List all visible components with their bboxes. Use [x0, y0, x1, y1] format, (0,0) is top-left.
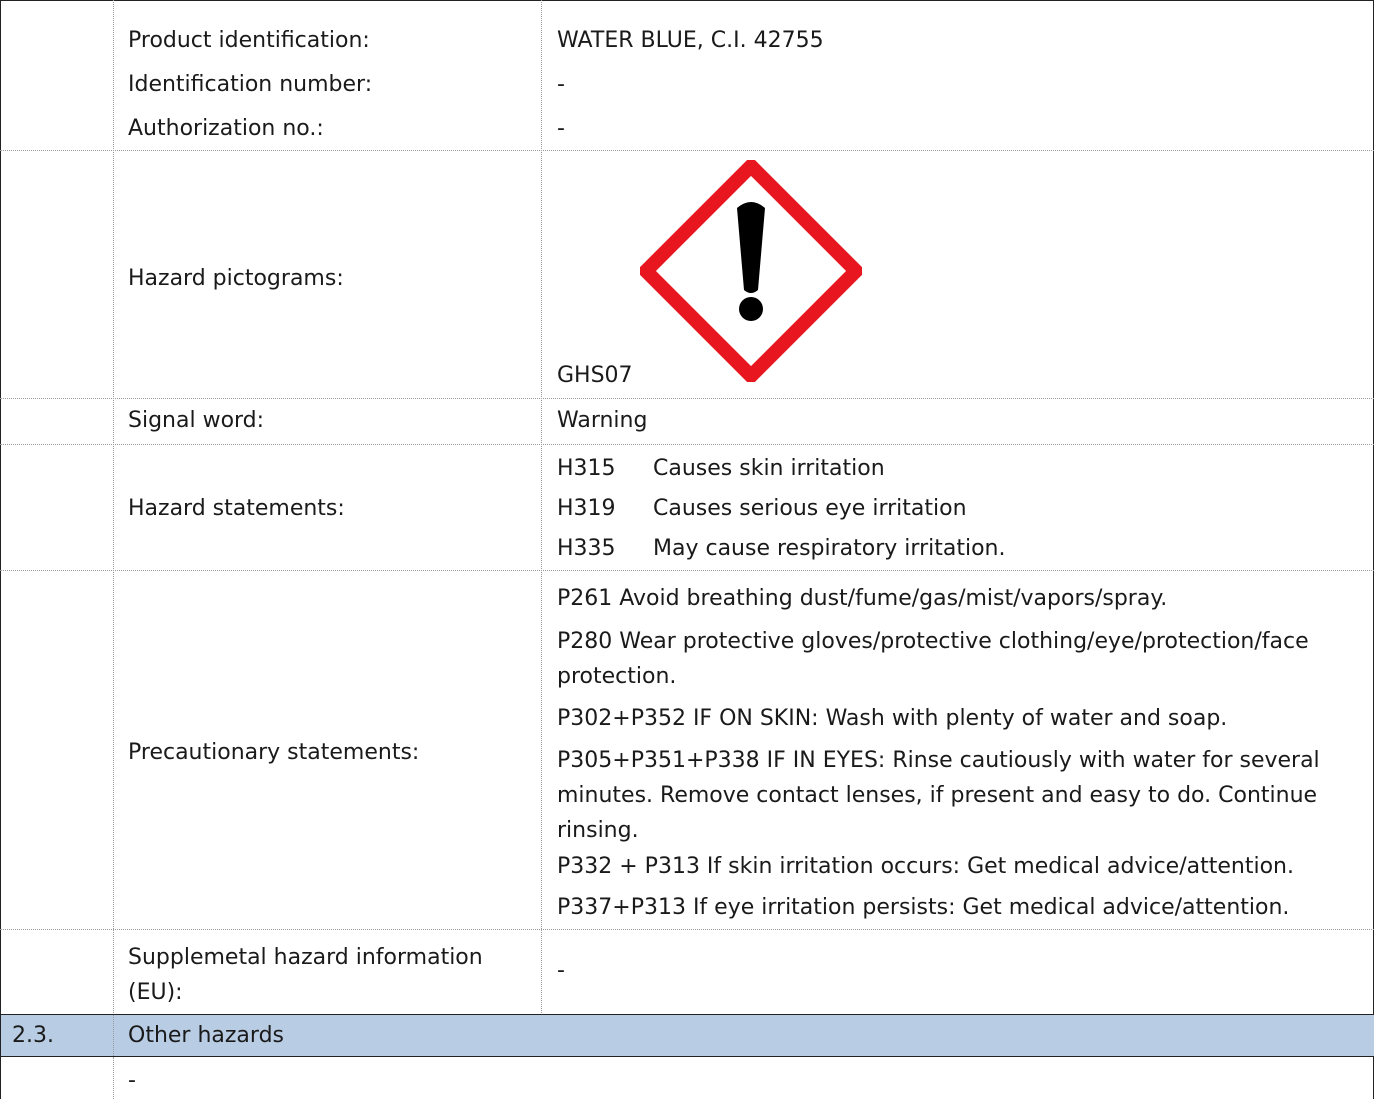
product-identification-label: Product identification: — [128, 28, 370, 53]
hazard-statement: H335 May cause respiratory irritation. — [557, 534, 1005, 564]
product-identification-value: WATER BLUE, C.I. 42755 — [557, 28, 824, 53]
other-hazards-value: - — [128, 1068, 136, 1093]
signal-word-label: Signal word: — [128, 408, 265, 433]
precautionary-statement: P337+P313 If eye irritation persists: Ge… — [557, 895, 1290, 920]
precautionary-statement: P261 Avoid breathing dust/fume/gas/mist/… — [557, 586, 1168, 611]
hazard-statements-label: Hazard statements: — [128, 496, 345, 521]
hazard-code: H315 — [557, 456, 616, 481]
hazard-text: May cause respiratory irritation. — [653, 536, 1006, 561]
row-divider — [0, 398, 1374, 399]
section-title: Other hazards — [128, 1023, 284, 1048]
precautionary-statement: P280 Wear protective gloves/protective c… — [557, 629, 1309, 689]
section-top-border — [0, 1014, 1374, 1015]
supplemental-hazard-label: Supplemetal hazard information (EU): — [128, 945, 483, 1005]
hazard-text: Causes skin irritation — [653, 456, 885, 481]
authorization-number-label: Authorization no.: — [128, 116, 324, 141]
section-bottom-border — [0, 1056, 1374, 1057]
hazard-statement: H319 Causes serious eye irritation — [557, 494, 967, 524]
identification-number-value: - — [557, 72, 565, 97]
exclamation-mark-diamond-icon — [640, 160, 862, 382]
precautionary-statement: P305+P351+P338 IF IN EYES: Rinse cautiou… — [557, 748, 1320, 843]
authorization-number-value: - — [557, 116, 565, 141]
table-top-border — [0, 0, 1374, 1]
pictogram-code: GHS07 — [557, 363, 633, 388]
section-number: 2.3. — [12, 1023, 54, 1048]
hazard-statement: H315 Causes skin irritation — [557, 454, 885, 484]
precautionary-statement: P332 + P313 If skin irritation occurs: G… — [557, 854, 1294, 879]
hazard-pictograms-label: Hazard pictograms: — [128, 266, 344, 291]
row-divider — [0, 570, 1374, 571]
supplemental-hazard-value: - — [557, 958, 565, 983]
table-left-border — [0, 0, 1, 1099]
row-divider — [0, 929, 1374, 930]
precautionary-statements-label: Precautionary statements: — [128, 740, 420, 765]
sds-table: Product identification: WATER BLUE, C.I.… — [0, 0, 1374, 1099]
hazard-text: Causes serious eye irritation — [653, 496, 967, 521]
hazard-code: H319 — [557, 496, 616, 521]
column-divider-1-lower — [113, 1057, 114, 1099]
identification-number-label: Identification number: — [128, 72, 373, 97]
column-divider-2 — [541, 0, 542, 1015]
row-divider — [0, 444, 1374, 445]
signal-word-value: Warning — [557, 408, 648, 433]
row-divider — [0, 150, 1374, 151]
precautionary-statement: P302+P352 IF ON SKIN: Wash with plenty o… — [557, 706, 1228, 731]
section-column-divider — [113, 1015, 114, 1056]
column-divider-1 — [113, 0, 114, 1015]
hazard-code: H335 — [557, 536, 616, 561]
